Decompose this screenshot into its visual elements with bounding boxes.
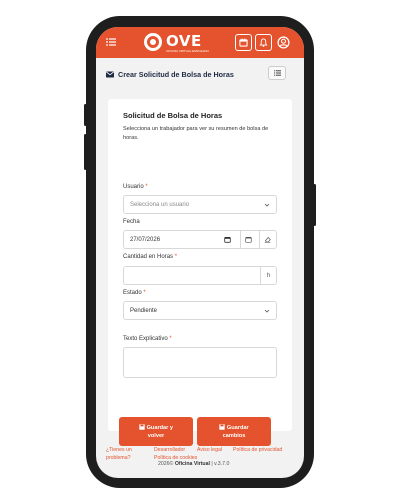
- problem-link-line2[interactable]: problema?: [106, 455, 131, 461]
- fecha-value: 27/07/2026: [130, 236, 161, 243]
- calendar-icon: [245, 237, 252, 243]
- app-screen: OVE OFICINA VIRTUAL EMPLEADO Crear Solic…: [96, 27, 304, 478]
- cantidad-label-text: Cantidad en Horas: [123, 254, 174, 260]
- chevron-down-icon: [264, 309, 270, 313]
- envelope-icon: [106, 71, 114, 77]
- top-bar: OVE OFICINA VIRTUAL EMPLEADO: [96, 27, 304, 58]
- copyright: 2026©: [158, 461, 174, 467]
- estado-label-text: Estado: [123, 290, 142, 296]
- fecha-calendar-addon[interactable]: [240, 231, 256, 248]
- floppy-disk-icon: [139, 423, 145, 430]
- usuario-label-text: Usuario: [123, 184, 144, 190]
- usuario-select[interactable]: Selecciona un usuario: [123, 195, 277, 214]
- problem-link-line1[interactable]: ¿Tienes un: [106, 447, 132, 453]
- page-header: Crear Solicitud de Bolsa de Horas: [106, 63, 294, 85]
- version-number: | v.3.7.0: [211, 461, 230, 467]
- save-changes-label-2: cambios: [222, 432, 246, 439]
- list-icon: [273, 70, 281, 76]
- logo-text: OVE: [166, 32, 202, 50]
- menu-icon[interactable]: [106, 37, 116, 47]
- product-name: Oficina Virtual: [174, 461, 210, 467]
- list-view-button[interactable]: [268, 66, 286, 80]
- logo-mark: [144, 33, 162, 51]
- cantidad-input[interactable]: h: [123, 266, 277, 285]
- hours-suffix: h: [260, 267, 276, 284]
- notifications-button[interactable]: [255, 34, 272, 51]
- legal-notice-link[interactable]: Aviso legal: [197, 447, 222, 453]
- usuario-placeholder: Selecciona un usuario: [130, 201, 190, 208]
- required-mark: *: [174, 254, 178, 260]
- save-and-back-label-1: Guardar y: [146, 424, 173, 431]
- phone-side-button: [313, 184, 316, 226]
- developer-link[interactable]: Desarrollador: [154, 447, 185, 453]
- app-logo[interactable]: OVE OFICINA VIRTUAL EMPLEADO: [144, 32, 209, 54]
- phone-side-button: [84, 134, 87, 170]
- calendar-button[interactable]: [235, 34, 252, 51]
- request-form-card: Solicitud de Bolsa de Horas Selecciona u…: [108, 99, 292, 446]
- fecha-label: Fecha: [123, 219, 140, 225]
- bell-icon: [259, 38, 268, 47]
- required-mark: *: [169, 336, 172, 342]
- estado-label: Estado *: [123, 290, 146, 296]
- floppy-disk-icon: [219, 423, 226, 430]
- phone-side-button: [84, 104, 87, 126]
- save-and-back-button[interactable]: Guardar y volver: [119, 417, 193, 446]
- texto-label: Texto Explicativo *: [123, 336, 172, 342]
- texto-label-text: Texto Explicativo: [123, 336, 168, 342]
- version-info: 2026© Oficina Virtual | v.3.7.0: [158, 461, 229, 467]
- page-title: Crear Solicitud de Bolsa de Horas: [118, 69, 234, 79]
- fecha-input[interactable]: 27/07/2026: [123, 230, 277, 249]
- usuario-label: Usuario *: [123, 184, 148, 190]
- chevron-down-icon: [264, 203, 270, 207]
- card-description: Selecciona un trabajador para ver su res…: [123, 126, 269, 141]
- estado-value: Pendiente: [130, 307, 158, 314]
- estado-select[interactable]: Pendiente: [123, 301, 277, 320]
- fecha-clear-addon[interactable]: [259, 231, 275, 248]
- calendar-icon: [239, 38, 248, 47]
- cantidad-label: Cantidad en Horas *: [123, 254, 177, 260]
- required-mark: *: [143, 290, 146, 296]
- calendar-picker-icon[interactable]: [224, 236, 231, 243]
- user-menu-button[interactable]: [275, 34, 292, 51]
- texto-textarea[interactable]: [123, 347, 277, 378]
- save-and-back-label-2: volver: [147, 432, 165, 439]
- save-changes-button[interactable]: Guardar cambios: [197, 417, 271, 446]
- save-changes-label-1: Guardar: [226, 424, 249, 431]
- user-circle-icon: [277, 36, 290, 49]
- logo-subtitle: OFICINA VIRTUAL EMPLEADO: [166, 49, 209, 53]
- card-title: Solicitud de Bolsa de Horas: [123, 111, 223, 120]
- required-mark: *: [145, 184, 148, 190]
- privacy-policy-link[interactable]: Política de privacidad: [233, 447, 282, 453]
- eraser-icon: [264, 236, 271, 243]
